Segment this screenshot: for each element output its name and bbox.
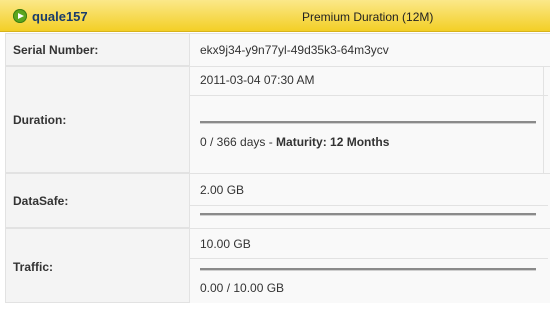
duration-start: 2011-03-04 07:30 AM xyxy=(200,73,315,87)
serial-value: ekx9j34-y9n77yl-49d35k3-64m3ycv xyxy=(200,43,389,57)
duration-progress-prefix: 0 / 366 days - xyxy=(200,135,277,149)
traffic-label: Traffic: xyxy=(13,260,54,274)
serial-label: Serial Number: xyxy=(13,43,99,57)
duration-label: Duration: xyxy=(13,113,67,127)
traffic-value: 10.00 GB xyxy=(200,237,251,251)
account-name[interactable]: quale157 xyxy=(32,9,88,24)
traffic-progress-bar xyxy=(200,268,536,271)
datasafe-value-cell xyxy=(190,173,550,228)
duration-progress-bar xyxy=(200,121,536,124)
play-icon[interactable] xyxy=(13,9,27,23)
account-panel: quale157 Premium Duration (12M) Serial N… xyxy=(0,0,550,310)
account-header: quale157 Premium Duration (12M) xyxy=(0,0,550,32)
duration-progress-text: 0 / 366 days - Maturity: 12 Months xyxy=(200,135,389,149)
right-edge xyxy=(543,66,544,173)
datasafe-separator xyxy=(190,205,548,206)
traffic-separator xyxy=(190,258,548,259)
plan-name: Premium Duration (12M) xyxy=(302,10,434,24)
datasafe-value: 2.00 GB xyxy=(200,183,245,197)
datasafe-label: DataSafe: xyxy=(13,194,69,208)
duration-maturity: Maturity: 12 Months xyxy=(276,135,390,149)
datasafe-progress-bar xyxy=(200,213,536,216)
traffic-usage: 0.00 / 10.00 GB xyxy=(200,281,285,295)
duration-separator xyxy=(190,95,548,96)
